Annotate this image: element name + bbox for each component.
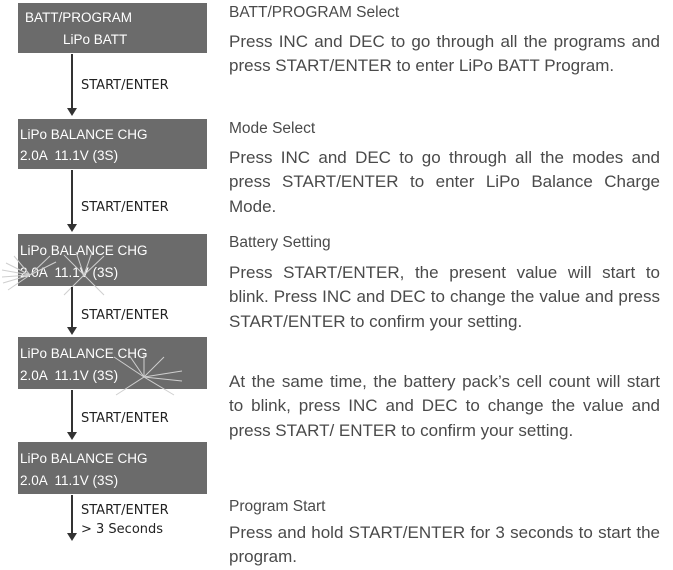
lcd-line-1: LiPo BALANCE CHG <box>20 243 148 258</box>
lcd-line-1: LiPo BALANCE CHG <box>20 127 148 142</box>
instructions-column: BATT/PROGRAM Select Press INC and DEC to… <box>229 0 660 569</box>
arrow-label: START/ENTER <box>81 411 169 426</box>
arrow-down-icon <box>67 327 77 335</box>
section-body: Press and hold START/ENTER for 3 seconds… <box>229 523 660 567</box>
section-title: Battery Setting <box>229 234 331 251</box>
arrow-label: START/ENTER <box>81 78 169 93</box>
arrow-down-icon <box>67 432 77 440</box>
lcd-line-1: LiPo BALANCE CHG <box>20 451 148 466</box>
section-body: Press INC and DEC to go through all the … <box>229 32 660 76</box>
arrow-label: START/ENTER <box>81 200 169 215</box>
lcd-screen-ready: LiPo BALANCE CHG 2.0A 11.1V (3S) <box>18 442 207 494</box>
lcd-line-1: BATT/PROGRAM <box>25 10 133 25</box>
flow-arrow: START/ENTER <box>62 54 222 119</box>
lcd-screen-current-setting: LiPo BALANCE CHG 2.0A 11.1V (3S) <box>18 234 207 286</box>
lcd-screen-cell-setting: LiPo BALANCE CHG 2.0A 11.1V (3S) <box>18 337 207 389</box>
arrow-shaft <box>71 54 73 108</box>
flow-arrow: START/ENTER <box>62 390 222 442</box>
arrow-down-icon <box>67 224 77 232</box>
arrow-label: START/ENTER <box>81 503 169 518</box>
section-title: Mode Select <box>229 120 316 137</box>
section-body: Press INC and DEC to go through all the … <box>229 148 660 216</box>
flow-arrow: START/ENTER <box>62 287 222 337</box>
arrow-down-icon <box>67 533 77 541</box>
arrow-label: START/ENTER <box>81 308 169 323</box>
arrow-down-icon <box>67 108 77 116</box>
section-body-continued: At the same time, the battery pack’s cel… <box>229 372 660 440</box>
arrow-shaft <box>71 170 73 224</box>
arrow-shaft <box>71 495 73 533</box>
lcd-line-2: 2.0A 11.1V (3S) <box>20 473 119 488</box>
lcd-screen-mode: LiPo BALANCE CHG 2.0A 11.1V (3S) <box>18 119 207 169</box>
lcd-screen-program: BATT/PROGRAM LiPo BATT <box>18 3 207 53</box>
section-title: BATT/PROGRAM Select <box>229 4 400 21</box>
lcd-line-2: 2.0A 11.1V (3S) <box>20 265 119 280</box>
lcd-line-2: LiPo BATT <box>63 32 128 47</box>
flow-arrow: START/ENTER > 3 Seconds <box>62 495 222 555</box>
arrow-sublabel: > 3 Seconds <box>81 522 164 537</box>
lcd-line-2: 2.0A 11.1V (3S) <box>20 368 119 383</box>
flow-arrow: START/ENTER <box>62 170 222 234</box>
section-body: Press START/ENTER, the present value wil… <box>229 263 660 331</box>
arrow-shaft <box>71 390 73 432</box>
lcd-line-2: 2.0A 11.1V (3S) <box>20 148 119 163</box>
lcd-line-1: LiPo BALANCE CHG <box>20 346 148 361</box>
arrow-shaft <box>71 287 73 327</box>
section-title: Program Start <box>229 498 326 515</box>
